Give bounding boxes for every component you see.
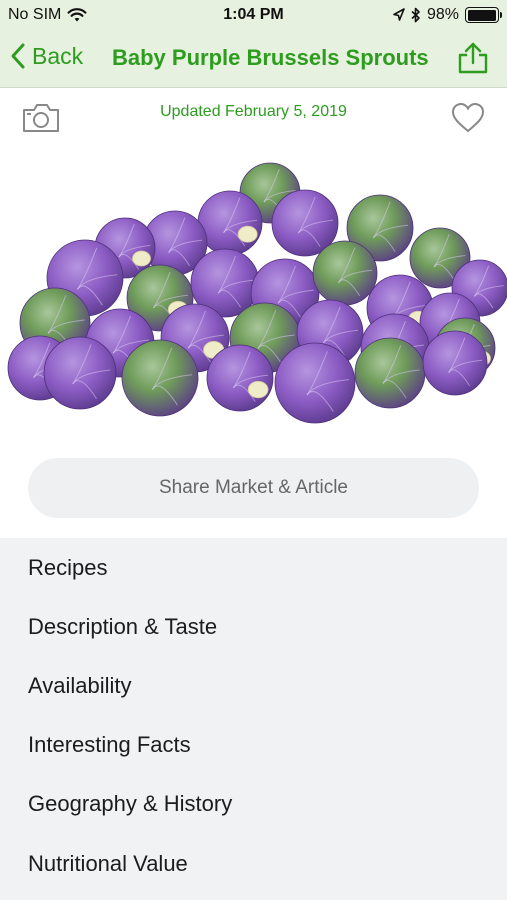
sprout-stem <box>132 250 151 267</box>
section-menu: Recipes Description & Taste Availability… <box>0 538 507 900</box>
menu-item-recipes[interactable]: Recipes <box>0 538 507 597</box>
share-market-article-button[interactable]: Share Market & Article <box>28 458 479 518</box>
status-bar: No SIM 1:04 PM 98% <box>0 0 507 30</box>
sprout-shape <box>197 190 263 256</box>
sprout-shape <box>422 330 488 396</box>
menu-item-nutritional-value[interactable]: Nutritional Value <box>0 834 507 893</box>
product-image <box>0 148 507 438</box>
sprout-shape <box>43 336 117 410</box>
status-right: 98% <box>393 6 502 24</box>
sprout-stem <box>237 225 258 243</box>
bluetooth-icon <box>411 7 420 23</box>
updated-date: Updated February 5, 2019 <box>160 103 347 120</box>
menu-item-description-taste[interactable]: Description & Taste <box>0 597 507 656</box>
sprout-stem <box>247 380 269 399</box>
sprout-shape <box>312 240 378 306</box>
brussels-sprouts-illustration <box>7 162 507 424</box>
battery-percent: 98% <box>426 6 459 23</box>
location-arrow-icon <box>393 8 405 21</box>
menu-item-interesting-facts[interactable]: Interesting Facts <box>0 716 507 775</box>
back-button[interactable]: Back <box>10 42 83 70</box>
battery-level <box>467 9 496 21</box>
favorite-button[interactable] <box>451 102 485 139</box>
chevron-left-icon <box>11 43 25 69</box>
page-title: Baby Purple Brussels Sprouts <box>112 45 429 70</box>
heart-icon <box>451 102 485 133</box>
navigation-bar: Back Baby Purple Brussels Sprouts <box>0 30 507 88</box>
battery-icon <box>465 7 502 23</box>
share-icon <box>458 42 488 74</box>
sprout-shape <box>206 344 274 412</box>
share-button[interactable] <box>457 42 489 79</box>
back-label: Back <box>32 42 84 69</box>
menu-item-availability[interactable]: Availability <box>0 656 507 715</box>
sprout-shape <box>354 337 426 409</box>
menu-item-geography-history[interactable]: Geography & History <box>0 775 507 834</box>
sprout-shape <box>274 342 356 424</box>
sprout-shape <box>121 339 199 417</box>
meta-row: Updated February 5, 2019 <box>0 88 507 148</box>
